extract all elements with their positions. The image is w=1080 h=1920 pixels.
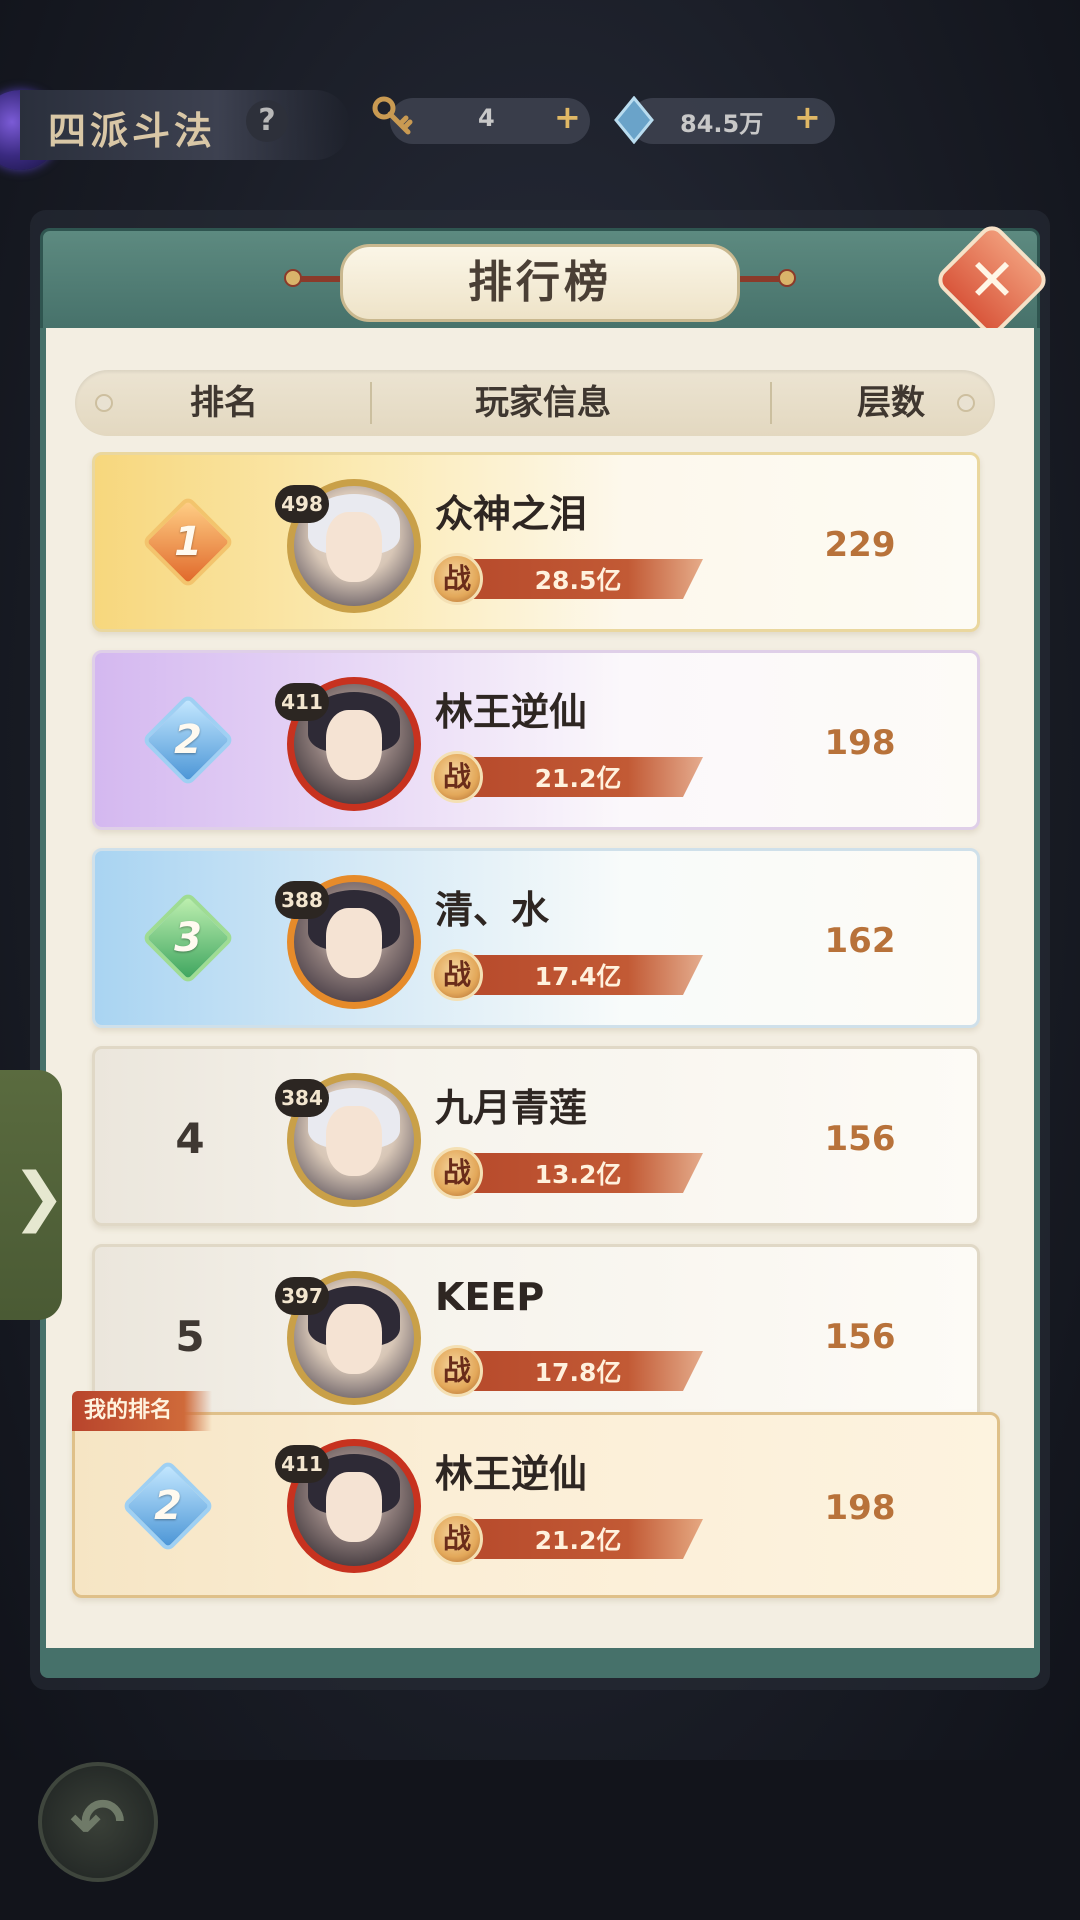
floors-value: 156 xyxy=(824,1317,896,1357)
close-icon[interactable]: ✕ xyxy=(950,238,1034,322)
power-value: 17.4亿 xyxy=(534,962,622,991)
leaderboard-panel: 排行榜 ✕ 排名 玩家信息 层数 1 498 众神之泪 战 28.5亿 229 … xyxy=(40,220,1052,1683)
rank-number: 2 xyxy=(154,1483,182,1529)
floors-value: 162 xyxy=(824,921,896,961)
floors-value: 198 xyxy=(824,723,896,763)
level-badge: 397 xyxy=(275,1277,329,1315)
panel-footer xyxy=(40,1648,1040,1678)
key-count: 4 xyxy=(478,104,495,132)
leaderboard-row[interactable]: 1 498 众神之泪 战 28.5亿 229 xyxy=(92,452,980,632)
key-icon xyxy=(370,94,414,138)
add-gem-button[interactable]: + xyxy=(794,98,821,136)
side-expand-tab[interactable]: ❯ xyxy=(0,1070,66,1320)
power-icon: 战 xyxy=(431,751,483,803)
power-icon: 战 xyxy=(431,553,483,605)
player-name: 清、水 xyxy=(435,887,550,932)
power-value: 21.2亿 xyxy=(534,1526,622,1555)
mode-title: 四派斗法 xyxy=(48,108,217,153)
level-badge: 498 xyxy=(275,485,329,523)
panel-title: 排行榜 xyxy=(340,244,740,322)
column-rank: 排名 xyxy=(190,383,258,423)
rank-number: 4 xyxy=(175,1114,205,1163)
column-player-info: 玩家信息 xyxy=(475,383,611,423)
header-dot-icon xyxy=(957,394,975,412)
column-divider xyxy=(370,382,372,424)
top-bar: 四派斗法 ? 4 + 84.5万 + xyxy=(0,60,1080,180)
gem-icon xyxy=(614,95,654,145)
leaderboard-row[interactable]: 2 411 林王逆仙 战 21.2亿 198 xyxy=(92,650,980,830)
chevron-right-icon: ❯ xyxy=(12,1160,66,1234)
power-icon: 战 xyxy=(431,1513,483,1565)
add-key-button[interactable]: + xyxy=(554,98,581,136)
power-value: 28.5亿 xyxy=(534,566,622,595)
rank-number: 2 xyxy=(174,717,202,763)
column-floors: 层数 xyxy=(857,383,925,423)
floors-value: 229 xyxy=(824,525,896,565)
player-name: KEEP xyxy=(435,1275,545,1319)
player-name: 众神之泪 xyxy=(435,491,588,536)
back-button[interactable]: ↶ xyxy=(38,1762,158,1882)
level-badge: 411 xyxy=(275,1445,329,1483)
power-value: 13.2亿 xyxy=(534,1160,622,1189)
column-divider xyxy=(770,382,772,424)
leaderboard-row[interactable]: 4 384 九月青莲 战 13.2亿 156 xyxy=(92,1046,980,1226)
floors-value: 198 xyxy=(824,1488,896,1528)
column-header: 排名 玩家信息 层数 xyxy=(75,370,995,436)
rank-number: 3 xyxy=(174,915,202,961)
power-icon: 战 xyxy=(431,1345,483,1397)
player-name: 九月青莲 xyxy=(435,1085,588,1130)
gem-count: 84.5万 xyxy=(680,110,764,138)
back-arrow-icon: ↶ xyxy=(70,1784,126,1861)
level-badge: 388 xyxy=(275,881,329,919)
my-rank-row[interactable]: 2 411 林王逆仙 战 21.2亿 198 xyxy=(72,1412,1000,1598)
leaderboard-row[interactable]: 5 397 KEEP 战 17.8亿 156 xyxy=(92,1244,980,1424)
leaderboard-row[interactable]: 3 388 清、水 战 17.4亿 162 xyxy=(92,848,980,1028)
floors-value: 156 xyxy=(824,1119,896,1159)
help-icon[interactable]: ? xyxy=(246,100,288,142)
player-name: 林王逆仙 xyxy=(435,689,588,734)
power-value: 21.2亿 xyxy=(534,764,622,793)
bottom-bar xyxy=(0,1760,1080,1920)
power-value: 17.8亿 xyxy=(534,1358,622,1387)
header-dot-icon xyxy=(95,394,113,412)
my-rank-tag: 我的排名 xyxy=(72,1391,212,1431)
player-name: 林王逆仙 xyxy=(435,1451,588,1496)
level-badge: 411 xyxy=(275,683,329,721)
power-icon: 战 xyxy=(431,949,483,1001)
level-badge: 384 xyxy=(275,1079,329,1117)
rank-number: 1 xyxy=(174,519,202,565)
power-icon: 战 xyxy=(431,1147,483,1199)
